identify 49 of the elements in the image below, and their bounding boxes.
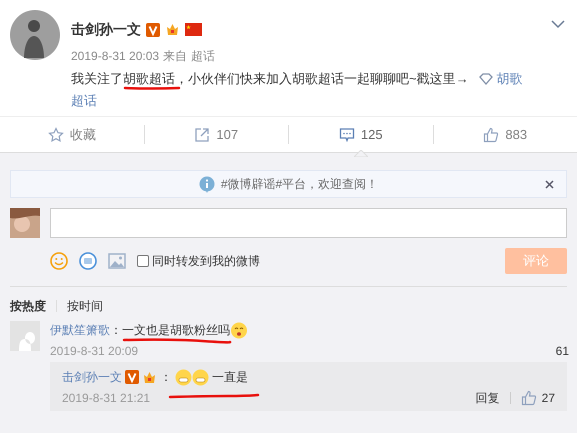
emoji-icon	[230, 322, 248, 338]
underline-mark	[123, 85, 181, 91]
comment-time: 2019-8-31 20:09	[50, 343, 138, 360]
action-button[interactable]: 125	[338, 124, 383, 144]
repost-label[interactable]: 同时转发到我的微博	[152, 252, 260, 270]
sort-tab[interactable]: 按热度	[10, 297, 46, 315]
reply-time: 2019-8-31 21:21	[62, 390, 150, 407]
smiley-icon[interactable]	[50, 252, 68, 270]
comment-input-field[interactable]	[50, 208, 567, 238]
user-avatar[interactable]	[10, 208, 40, 238]
commenter-name[interactable]: 伊默笙箫歌	[50, 321, 110, 339]
action-button[interactable]: 107	[194, 124, 238, 144]
author-name[interactable]: 击剑孙一文	[71, 19, 141, 40]
thumbs-up-icon	[483, 126, 500, 142]
notice-text: #微博辟谣#平台，欢迎查阅！	[220, 176, 378, 193]
source-label: 来自	[163, 48, 188, 65]
share-icon	[194, 126, 210, 142]
thumbs-up-icon	[520, 390, 537, 406]
topic-link[interactable]: 超话	[71, 93, 97, 108]
repost-checkbox[interactable]	[137, 255, 149, 267]
action-button[interactable]: 收藏	[48, 124, 96, 144]
crown-icon	[165, 22, 180, 37]
verified-badge-icon	[125, 370, 139, 384]
sort-tab[interactable]: 按时间	[67, 297, 103, 315]
post-text: 我关注了胡歌超话，小伙伴们快来加入胡歌超话一起聊聊吧~戳这里→	[71, 71, 469, 86]
post-time[interactable]: 2019-8-31 20:03	[71, 47, 160, 65]
reply-link[interactable]: 回复	[476, 389, 500, 407]
verified-badge-icon	[146, 22, 160, 36]
chevron-down-icon[interactable]	[551, 20, 565, 29]
star-icon	[48, 126, 64, 142]
flag-icon	[185, 23, 202, 36]
colon-text: ：	[110, 322, 122, 339]
crown-icon	[142, 370, 157, 384]
like-count[interactable]: 61	[556, 342, 569, 360]
close-icon[interactable]	[545, 180, 554, 188]
avatar[interactable]	[10, 10, 60, 60]
comment-text: 一文也是胡歌粉丝吗	[122, 321, 230, 339]
source-link[interactable]: 超话	[191, 47, 216, 65]
topic-link[interactable]: 胡歌	[496, 68, 523, 90]
reply-text: 一直是	[212, 369, 248, 386]
image-icon[interactable]	[108, 253, 126, 269]
action-button[interactable]: 883	[483, 124, 528, 144]
colon-text: ：	[160, 369, 172, 386]
like-count[interactable]: 27	[542, 389, 555, 407]
reply-author[interactable]: 击剑孙一文	[62, 368, 122, 386]
comment-icon	[338, 126, 355, 142]
grinning-emoji-icon	[175, 368, 209, 386]
diamond-icon	[478, 73, 493, 85]
info-icon	[198, 176, 215, 192]
